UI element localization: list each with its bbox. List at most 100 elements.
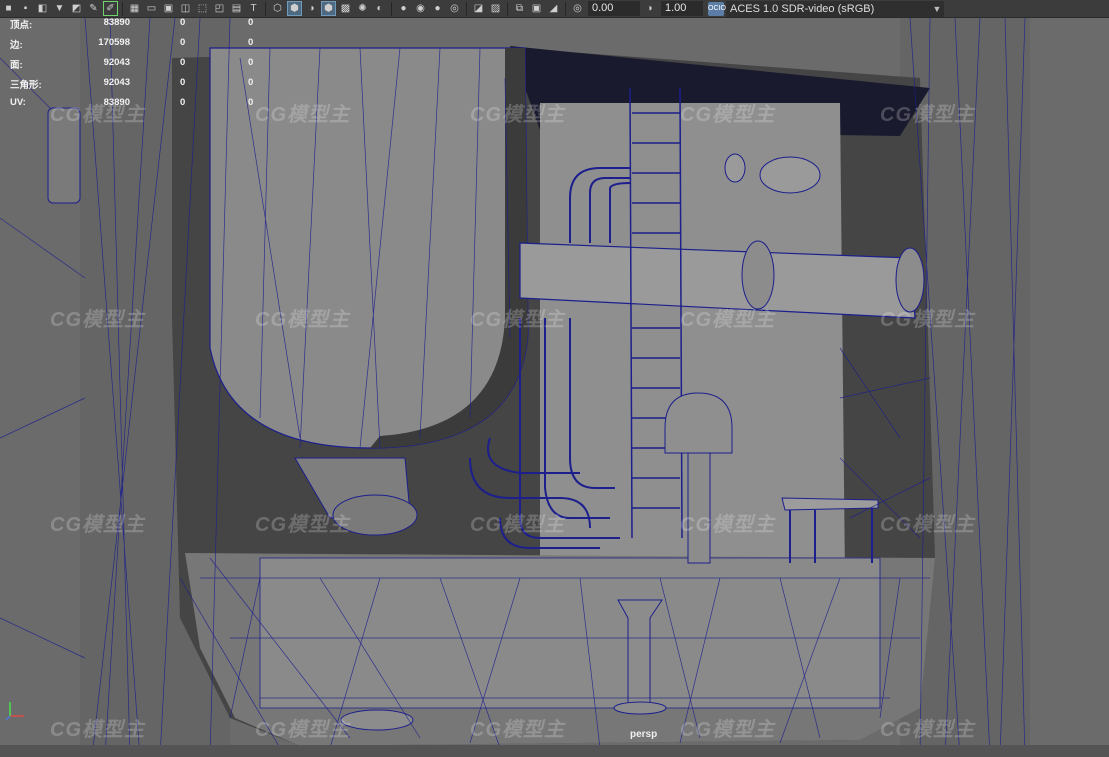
watermark: CG模型主 [470,309,565,331]
wireframe-icon[interactable]: ⬡ [270,1,285,16]
anti-aliasing-icon[interactable]: ● [430,1,445,16]
hud-row: 三角形: 92043 0 0 [10,77,270,98]
wireframe-on-shaded-icon[interactable]: ⬢ [321,1,336,16]
hud-value-selected: 0 [180,77,186,88]
watermark: CG模型主 [680,514,775,536]
maya-app: ■ ▪ ◧ ▼ ◩ ✎ ✐ ▦ ▭ ▣ ◫ ⬚ ◰ ▤ T ⬡ ⬢ ◑ ⬢ ▩ … [0,0,1109,757]
hud-value-component: 0 [248,18,254,28]
watermark: CG模型主 [470,719,565,741]
hud-value-total: 170598 [98,37,130,48]
separator [122,1,123,16]
view-transform-dropdown[interactable]: ACES 1.0 SDR-video (sRGB) ▼ [726,0,944,17]
watermark: CG模型主 [50,719,145,741]
watermark: CG模型主 [255,719,350,741]
watermark: CG模型主 [255,309,350,331]
poly-count-hud: 顶点: 83890 0 0 边: 170598 0 0 面: 92043 0 0 三角形: 92043 0 0… [10,18,270,118]
image-plane-icon[interactable]: ◩ [69,1,84,16]
watermark: CG模型主 [680,104,775,126]
watermark: CG模型主 [880,309,975,331]
gamma-icon[interactable]: ◗ [643,1,658,16]
xray-joints-icon[interactable]: ⧉ [512,1,527,16]
xray-active-icon[interactable]: ▣ [529,1,544,16]
separator [265,1,266,16]
hud-value-selected: 0 [180,18,186,28]
hud-value-total: 83890 [103,97,130,108]
hud-value-component: 0 [248,57,254,68]
camera-icon[interactable]: ▪ [18,1,33,16]
hud-row: 面: 92043 0 0 [10,57,270,78]
viewport-persp[interactable]: CG模型主 CG模型主 CG模型主 CG模型主 CG模型主 CG模型主 CG模型… [0,18,1109,757]
depth-of-field-icon[interactable]: ◎ [447,1,462,16]
exposure-field[interactable]: 0.00 [588,1,640,16]
hud-value-component: 0 [248,37,254,48]
hud-row: UV: 83890 0 0 [10,97,270,118]
safe-title-icon[interactable]: ▤ [229,1,244,16]
text-icon[interactable]: T [246,1,261,16]
hud-row: 边: 170598 0 0 [10,37,270,58]
safe-action-icon[interactable]: ◰ [212,1,227,16]
gate-mask-icon[interactable]: ◫ [178,1,193,16]
film-gate-icon[interactable]: ▭ [144,1,159,16]
field-chart-icon[interactable]: ⬚ [195,1,210,16]
motion-blur-icon[interactable]: ◉ [413,1,428,16]
small-tank [759,156,821,194]
floor-front [259,557,881,709]
lights-icon[interactable]: ✺ [355,1,370,16]
camera-lock-icon[interactable]: ◧ [35,1,50,16]
hud-label: 边: [10,40,23,51]
xray-icon[interactable]: ▨ [488,1,503,16]
floor-grate [340,709,414,731]
hud-value-total: 92043 [103,77,130,88]
resolution-gate-icon[interactable]: ▣ [161,1,176,16]
scene-canvas [0,18,1109,757]
view-transform-label: ACES 1.0 SDR-video (sRGB) [730,2,875,15]
hud-value-selected: 0 [180,57,186,68]
hud-value-total: 83890 [103,18,130,28]
separator [391,1,392,16]
watermark: CG模型主 [680,719,775,741]
backface-culling-icon[interactable]: ◢ [546,1,561,16]
pipe-flange [741,240,775,310]
hud-value-component: 0 [248,77,254,88]
hud-value-selected: 0 [180,97,186,108]
stool-top [781,497,879,511]
hud-value-component: 0 [248,97,254,108]
bookmark-icon[interactable]: ▼ [52,1,67,16]
exposure-icon[interactable]: ◎ [570,1,585,16]
hud-label: 面: [10,60,23,71]
shadows-icon[interactable]: ◐ [372,1,387,16]
pedestal-base [613,701,667,715]
watermark: CG模型主 [470,514,565,536]
gamma-field[interactable]: 1.00 [661,1,703,16]
watermark: CG模型主 [255,514,350,536]
default-material-icon[interactable]: ◑ [304,1,319,16]
hud-row: 顶点: 83890 0 0 [10,18,270,38]
grease-pencil-icon[interactable]: ✎ [86,1,101,16]
ambient-occlusion-icon[interactable]: ● [396,1,411,16]
hud-value-selected: 0 [180,37,186,48]
grid-icon[interactable]: ▦ [127,1,142,16]
watermark: CG模型主 [680,309,775,331]
axis-gizmo-icon [5,702,24,721]
separator [466,1,467,16]
watermark: CG模型主 [880,514,975,536]
separator [507,1,508,16]
watermark: CG模型主 [880,104,975,126]
textured-icon[interactable]: ▩ [338,1,353,16]
smooth-shade-icon[interactable]: ⬢ [287,1,302,16]
valve [724,153,746,183]
hud-label: 三角形: [10,80,42,91]
camera-attributes-icon[interactable]: ■ [1,1,16,16]
dome-device [664,392,733,454]
separator [565,1,566,16]
watermark: CG模型主 [50,514,145,536]
highlight-tool-icon[interactable]: ✐ [103,1,118,16]
color-management-icon[interactable]: OCIO [708,1,726,16]
isolate-select-icon[interactable]: ◪ [471,1,486,16]
watermark: CG模型主 [50,309,145,331]
camera-name-label: persp [630,729,658,740]
hud-label: 顶点: [10,20,33,31]
chevron-down-icon: ▼ [932,3,942,14]
watermark: CG模型主 [470,104,565,126]
panel-toolbar: ■ ▪ ◧ ▼ ◩ ✎ ✐ ▦ ▭ ▣ ◫ ⬚ ◰ ▤ T ⬡ ⬢ ◑ ⬢ ▩ … [0,0,1109,18]
